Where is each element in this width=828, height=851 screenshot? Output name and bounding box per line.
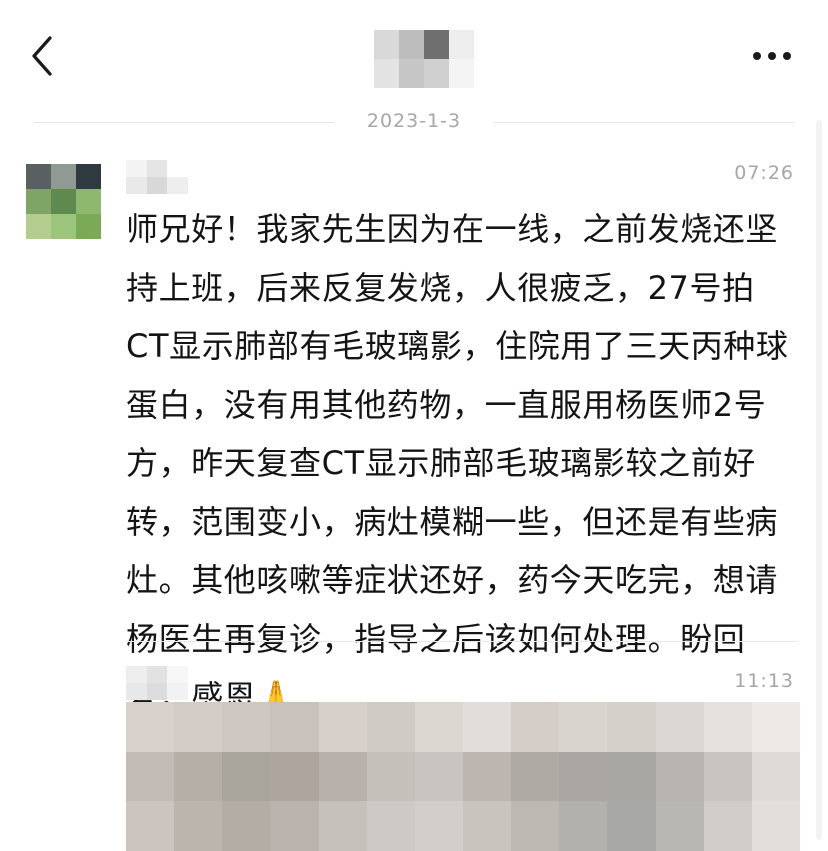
chevron-left-icon <box>32 36 52 76</box>
chat-title-blurred <box>374 30 474 88</box>
date-label: 2023-1-3 <box>366 110 462 132</box>
divider-line-right <box>494 122 794 123</box>
scrollbar[interactable] <box>816 120 822 840</box>
sender-name-blurred <box>126 666 188 702</box>
back-button[interactable] <box>22 34 66 78</box>
message-image-blurred[interactable] <box>126 702 800 851</box>
message-separator <box>126 641 798 642</box>
more-horizontal-icon <box>753 52 791 60</box>
message-time: 07:26 <box>734 162 794 184</box>
more-button[interactable] <box>748 36 798 76</box>
sender-avatar-blurred[interactable] <box>26 164 101 239</box>
message-time: 11:13 <box>734 670 794 692</box>
message-text: 师兄好！我家先生因为在一线，之前发烧还坚 持上班，后来反复发烧，人很疲乏，27号… <box>126 210 789 716</box>
sender-name-blurred <box>126 160 188 194</box>
divider-line-left <box>34 122 334 123</box>
date-divider: 2023-1-3 <box>0 104 828 140</box>
top-nav-bar <box>0 0 828 104</box>
